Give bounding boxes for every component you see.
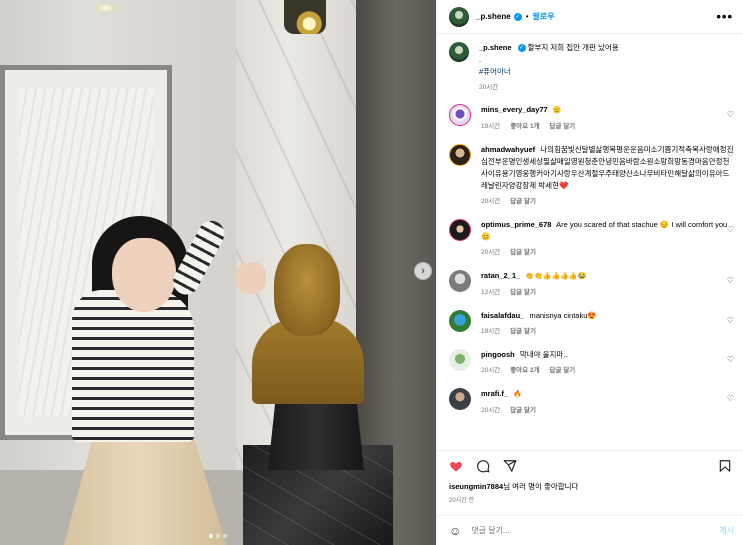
reply-button[interactable]: 답글 달기: [550, 121, 576, 133]
comment-item: mins_every_day77 🫡 19시간 좋아요 1개 답글 달기 ♡: [449, 104, 734, 133]
next-photo-button[interactable]: ›: [414, 262, 432, 280]
comment-text: manisnya cintaku😍: [529, 311, 597, 320]
bust-base: [268, 398, 364, 470]
comment-username[interactable]: ratan_2_1_: [481, 271, 520, 280]
commenter-avatar[interactable]: [449, 219, 471, 241]
follow-button[interactable]: 팔로우: [533, 11, 555, 22]
ceiling-light: [95, 3, 117, 13]
commenter-avatar[interactable]: [449, 144, 471, 166]
comment-username[interactable]: mins_every_day77: [481, 105, 548, 114]
reply-button[interactable]: 답글 달기: [510, 196, 536, 208]
comment-text: 🫡: [552, 107, 562, 114]
comment-item: pingoosh 막내야 울지마.. 20시간 좋아요 2개 답글 달기 ♡: [449, 349, 734, 377]
comment-item: faisalafdau_ manisnya cintaku😍 19시간 답글 달…: [449, 310, 734, 338]
caption-hashtag[interactable]: #퓨어아너: [479, 66, 734, 78]
likes-summary: iseungmin7884님 여러 명이 좋아합니다: [437, 473, 743, 492]
caption: _p.shene ✓ 할부지 저희 집안 개판 났어용 . #퓨어아너 20시간: [449, 42, 734, 94]
comment-item: ratan_2_1_ 👏👏👍👍👍👍😂 12시간 답글 달기 ♡: [449, 270, 734, 299]
comment-time[interactable]: 20시간: [481, 196, 500, 208]
comment-username[interactable]: pingoosh: [481, 350, 515, 359]
comment-username[interactable]: faisalafdau_: [481, 311, 524, 320]
comment-time[interactable]: 12시간: [481, 287, 500, 299]
girl-skirt: [64, 436, 226, 545]
comment-heart-icon[interactable]: ♡: [727, 276, 734, 285]
verified-badge-icon: ✓: [517, 44, 526, 53]
author-avatar[interactable]: [449, 42, 469, 62]
caption-line: .: [479, 55, 482, 64]
bronze-bust-head: [274, 244, 340, 336]
post-sidebar: _p.shene ✓ • 팔로우 ••• _p.shene ✓ 할부지 저희 집안…: [436, 0, 743, 545]
commenter-avatar[interactable]: [449, 388, 471, 410]
comment-username[interactable]: ahmadwahyuef: [481, 145, 535, 154]
comment-icon[interactable]: [476, 459, 490, 473]
comment-item: mrafi.f_ 🔥 20시간 답글 달기 ♡: [449, 388, 734, 417]
comment-username[interactable]: mrafi.f_: [481, 389, 508, 398]
caption-text: 할부지 저희 집안 개판 났어용: [527, 43, 619, 52]
emoji-icon[interactable]: ☺: [449, 524, 461, 538]
post-photo[interactable]: ›: [0, 0, 436, 545]
comment-likes[interactable]: 좋아요 2개: [510, 365, 539, 377]
likes-text: 님 여러 명이 좋아합니다: [503, 482, 579, 491]
add-comment-row: ☺ 게시: [437, 515, 743, 545]
comment-heart-icon[interactable]: ♡: [727, 150, 734, 159]
post-header: _p.shene ✓ • 팔로우 •••: [437, 0, 743, 34]
comment-username[interactable]: optimus_prime_678: [481, 220, 551, 229]
comment-time[interactable]: 20시간: [481, 247, 500, 259]
reply-button[interactable]: 답글 달기: [550, 365, 576, 377]
comment-item: ahmadwahyuef 나의힘꿈빛신달별삶행복평운운음미소기쁨기적축복사랑애정…: [449, 144, 734, 208]
reply-button[interactable]: 답글 달기: [510, 287, 536, 299]
comment-heart-icon[interactable]: ♡: [727, 316, 734, 325]
add-comment-input[interactable]: [471, 526, 720, 535]
comment-item: optimus_prime_678 Are you scared of that…: [449, 219, 734, 259]
comments-list[interactable]: _p.shene ✓ 할부지 저희 집안 개판 났어용 . #퓨어아너 20시간 …: [437, 34, 743, 450]
carousel-dot: [216, 534, 220, 538]
girl-striped-shirt: [72, 290, 194, 442]
caption-time[interactable]: 20시간: [479, 82, 498, 94]
comment-heart-icon[interactable]: ♡: [727, 394, 734, 403]
post-comment-button[interactable]: 게시: [719, 525, 734, 536]
comment-text: 막내야 울지마..: [519, 350, 568, 359]
caption-username[interactable]: _p.shene: [479, 43, 512, 52]
author-avatar[interactable]: [449, 6, 469, 27]
likes-user[interactable]: iseungmin7884: [449, 482, 503, 491]
commenter-avatar[interactable]: [449, 310, 471, 332]
more-options-icon[interactable]: •••: [716, 10, 733, 23]
carousel-dots: [209, 534, 227, 538]
reply-button[interactable]: 답글 달기: [510, 405, 536, 417]
comment-time[interactable]: 20시간: [481, 365, 500, 377]
author-username[interactable]: _p.shene: [476, 12, 511, 21]
chevron-right-icon: ›: [421, 265, 425, 277]
reply-button[interactable]: 답글 달기: [510, 247, 536, 259]
bookmark-icon[interactable]: [718, 459, 732, 473]
wall-lamp: [284, 0, 326, 34]
comment-heart-icon[interactable]: ♡: [727, 225, 734, 234]
carousel-dot: [209, 534, 213, 538]
reply-button[interactable]: 답글 달기: [510, 326, 536, 338]
comment-heart-icon[interactable]: ♡: [727, 110, 734, 119]
post-actions: iseungmin7884님 여러 명이 좋아합니다 20시간 전 ☺ 게시: [437, 450, 743, 545]
comment-heart-icon[interactable]: ♡: [727, 355, 734, 364]
carousel-dot: [223, 534, 227, 538]
separator: •: [525, 12, 529, 21]
verified-badge-icon: ✓: [513, 12, 522, 21]
comment-time[interactable]: 19시간: [481, 326, 500, 338]
comment-time[interactable]: 19시간: [481, 121, 500, 133]
comment-likes[interactable]: 좋아요 1개: [510, 121, 539, 133]
comment-time[interactable]: 20시간: [481, 405, 500, 417]
girl-face: [112, 238, 176, 312]
heart-icon[interactable]: [449, 459, 463, 473]
share-icon[interactable]: [503, 459, 517, 473]
comment-text: 🔥: [513, 391, 522, 398]
post-time[interactable]: 20시간 전: [437, 492, 743, 504]
girl-hand: [236, 262, 266, 294]
commenter-avatar[interactable]: [449, 270, 471, 292]
comment-text: 👏👏👍👍👍👍😂: [525, 273, 587, 280]
commenter-avatar[interactable]: [449, 349, 471, 371]
commenter-avatar[interactable]: [449, 104, 471, 126]
